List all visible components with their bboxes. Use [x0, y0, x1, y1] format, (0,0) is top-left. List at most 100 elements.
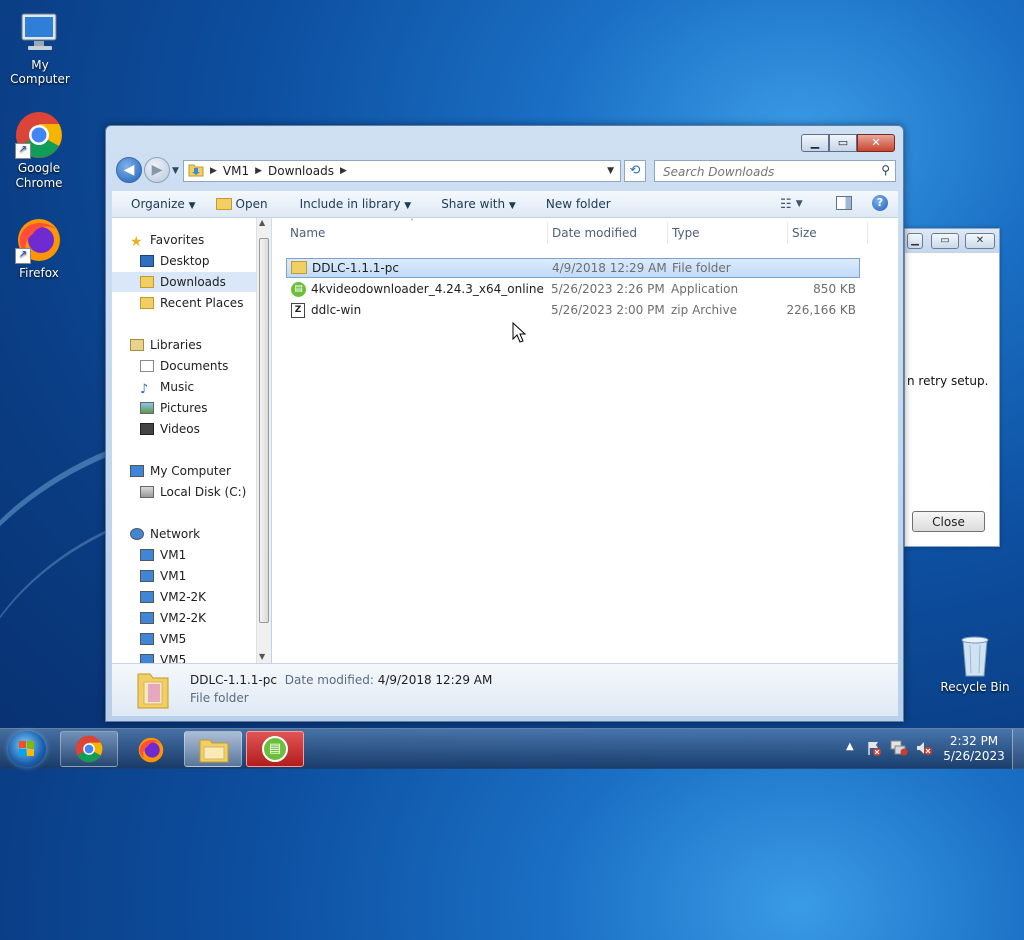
background-setup-dialog: ▁ ▭ ✕ n retry setup. Close [904, 228, 1000, 547]
column-header-name[interactable]: Name [286, 222, 548, 244]
nav-videos[interactable]: Videos [140, 419, 200, 439]
column-header-type[interactable]: Type [668, 222, 788, 244]
maximize-button[interactable]: ▭ [931, 233, 959, 249]
new-folder-button[interactable]: New folder [526, 191, 621, 217]
chevron-right-icon[interactable]: ▶ [340, 166, 347, 176]
share-with-button[interactable]: Share with ▼ [421, 191, 526, 217]
back-button[interactable]: ◀ [116, 157, 142, 183]
nav-network[interactable]: Network [130, 524, 200, 544]
command-bar: Organize ▼ Open Include in library ▼ Sha… [112, 191, 898, 218]
nav-recent-places[interactable]: Recent Places [140, 293, 243, 313]
maximize-button[interactable]: ▭ [829, 134, 857, 152]
action-center-flag-icon[interactable] [866, 740, 882, 756]
details-date-value: 4/9/2018 12:29 AM [377, 673, 493, 687]
network-icon [130, 528, 144, 540]
nav-network-computer[interactable]: VM5 [140, 650, 186, 663]
scroll-up-icon[interactable]: ▲ [259, 218, 265, 227]
close-window-button[interactable]: ✕ [857, 134, 895, 152]
nav-network-computer[interactable]: VM1 [140, 545, 186, 565]
network-computer-icon [140, 570, 154, 582]
preview-pane-icon[interactable] [836, 196, 852, 210]
desktop-icon-firefox[interactable]: ↗ Firefox [0, 216, 79, 280]
nav-label: Favorites [150, 233, 205, 247]
taskbar-installer-button[interactable]: ▤ [246, 731, 304, 767]
minimize-button[interactable]: ▁ [801, 134, 829, 152]
nav-label: Local Disk (C:) [160, 485, 247, 499]
desktop-icon-my-computer[interactable]: My Computer [0, 8, 80, 86]
address-bar[interactable]: ▶ VM1 ▶ Downloads ▶ ▼ [183, 160, 621, 182]
chevron-right-icon[interactable]: ▶ [255, 166, 262, 176]
firefox-icon [138, 737, 164, 763]
network-computer-icon [140, 612, 154, 624]
breadcrumb-item[interactable]: VM1 [223, 164, 249, 178]
nav-desktop[interactable]: Desktop [140, 251, 210, 271]
nav-network-computer[interactable]: VM5 [140, 629, 186, 649]
organize-button[interactable]: Organize ▼ [112, 191, 206, 217]
nav-local-disk[interactable]: Local Disk (C:) [140, 482, 246, 502]
network-status-icon[interactable] [890, 740, 908, 756]
address-dropdown-icon[interactable]: ▼ [607, 166, 614, 176]
show-desktop-button[interactable] [1012, 729, 1024, 769]
details-file-name: DDLC-1.1.1-pc [190, 673, 277, 687]
chrome-icon [75, 735, 103, 763]
nav-music[interactable]: ♪ Music [140, 377, 194, 397]
file-row[interactable]: Z ddlc-win 5/26/2023 2:00 PM zip Archive… [286, 300, 860, 320]
pictures-icon [140, 402, 154, 414]
dialog-close-button[interactable]: Close [912, 511, 985, 532]
scroll-down-icon[interactable]: ▼ [259, 652, 265, 661]
desktop-icon-chrome[interactable]: ↗ Google Chrome [0, 111, 79, 191]
open-label: Open [235, 197, 268, 211]
folder-preview-icon [136, 670, 170, 710]
volume-muted-icon[interactable] [915, 740, 933, 756]
open-button[interactable]: Open [206, 191, 278, 217]
search-input[interactable] [661, 162, 875, 182]
network-computer-icon [140, 549, 154, 561]
show-hidden-icons-button[interactable]: ▲ [846, 741, 854, 781]
nav-network-computer[interactable]: VM2-2K [140, 587, 206, 607]
desktop-icon-label: Google Chrome [15, 161, 63, 190]
nav-favorites[interactable]: ★ Favorites [130, 230, 204, 250]
clock-date: 5/26/2023 [943, 749, 1005, 763]
search-box[interactable]: ⚲ [654, 160, 896, 182]
forward-button[interactable]: ▶ [144, 157, 170, 183]
zip-icon: Z [291, 303, 305, 318]
close-window-button[interactable]: ✕ [965, 233, 995, 249]
clock[interactable]: 2:32 PM 5/26/2023 [940, 734, 1008, 774]
desktop-icon-label: Firefox [19, 266, 59, 280]
view-options-icon[interactable]: ☷ ▼ [780, 197, 803, 212]
column-header-date[interactable]: Date modified [548, 222, 668, 244]
minimize-button[interactable]: ▁ [907, 233, 923, 249]
taskbar-chrome-button[interactable] [60, 731, 118, 767]
breadcrumb-item[interactable]: Downloads [268, 164, 334, 178]
recent-pages-dropdown[interactable]: ▼ [172, 166, 179, 176]
file-date: 5/26/2023 2:26 PM [551, 282, 665, 296]
nav-my-computer[interactable]: My Computer [130, 461, 231, 481]
search-icon[interactable]: ⚲ [881, 163, 890, 177]
scroll-thumb[interactable] [259, 238, 269, 623]
file-type: zip Archive [671, 303, 737, 317]
nav-network-computer[interactable]: VM2-2K [140, 608, 206, 628]
nav-libraries[interactable]: Libraries [130, 335, 202, 355]
app-icon: ▤ [262, 736, 288, 762]
nav-network-computer[interactable]: VM1 [140, 566, 186, 586]
computer-icon [130, 465, 144, 477]
file-row[interactable]: DDLC-1.1.1-pc 4/9/2018 12:29 AM File fol… [286, 258, 860, 278]
nav-label: My Computer [150, 464, 231, 478]
nav-label: Network [150, 527, 201, 541]
start-button[interactable] [8, 731, 46, 767]
nav-pictures[interactable]: Pictures [140, 398, 208, 418]
nav-downloads[interactable]: Downloads [112, 272, 261, 292]
videos-icon [140, 423, 154, 435]
refresh-button[interactable]: ⟲ [624, 160, 646, 182]
desktop-icon-label: Recycle Bin [940, 680, 1010, 694]
details-pane: DDLC-1.1.1-pc Date modified: 4/9/2018 12… [112, 663, 898, 716]
navigation-scrollbar[interactable]: ▲ ▼ [256, 218, 271, 663]
include-in-library-button[interactable]: Include in library ▼ [278, 191, 422, 217]
file-row[interactable]: ▤ 4kvideodownloader_4.24.3_x64_online 5/… [286, 279, 860, 299]
desktop-icon-recycle-bin[interactable]: Recycle Bin [935, 630, 1015, 694]
help-icon[interactable]: ? [872, 195, 888, 211]
taskbar-firefox-button[interactable] [122, 731, 180, 767]
nav-documents[interactable]: Documents [140, 356, 228, 376]
taskbar-explorer-button[interactable] [184, 731, 242, 767]
column-header-size[interactable]: Size [788, 222, 868, 244]
